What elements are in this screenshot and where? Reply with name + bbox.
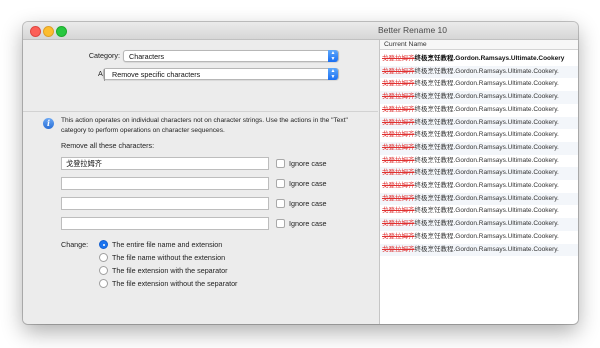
action-settings-panel: Category: Characters ▲▼ Action: Remove s…	[23, 40, 378, 324]
file-list-row[interactable]: 戈登拉姆齐终极烹饪教程.Gordon.Ramsays.Ultimate.Cook…	[380, 141, 578, 155]
removed-characters-text: 戈登拉姆齐	[382, 220, 415, 228]
zoom-window-button[interactable]	[56, 26, 67, 37]
removed-characters-text: 戈登拉姆齐	[382, 156, 415, 164]
change-option-label[interactable]: The file extension without the separator	[112, 279, 237, 288]
file-name-text: 终极烹饪教程.Gordon.Ramsays.Ultimate.Cookery.	[414, 105, 559, 113]
file-list-row[interactable]: 戈登拉姆齐终极烹饪教程.Gordon.Ramsays.Ultimate.Cook…	[380, 155, 578, 168]
removed-characters-text: 戈登拉姆齐	[382, 207, 415, 215]
file-name-text: 终极烹饪教程.Gordon.Ramsays.Ultimate.Cookery.	[414, 143, 559, 151]
ignore-case-checkbox-2[interactable]	[276, 179, 285, 188]
file-name-text: 终极烹饪教程.Gordon.Ramsays.Ultimate.Cookery.	[414, 245, 559, 253]
change-radio-extension-with-separator[interactable]	[99, 266, 108, 275]
ignore-case-checkbox-1[interactable]	[276, 159, 285, 168]
file-list-row[interactable]: 戈登拉姆齐终极烹饪教程.Gordon.Ramsays.Ultimate.Cook…	[380, 167, 578, 180]
file-name-text: 终极烹饪教程.Gordon.Ramsays.Ultimate.Cookery.	[414, 118, 559, 126]
file-name-text: 终极烹饪教程.Gordon.Ramsays.Ultimate.Cookery.	[414, 207, 559, 215]
file-name-text: 终极烹饪教程.Gordon.Ramsays.Ultimate.Cookery.	[414, 156, 559, 164]
panel-divider	[23, 111, 378, 112]
file-list-row[interactable]: 戈登拉姆齐终极烹饪教程.Gordon.Ramsays.Ultimate.Cook…	[380, 205, 578, 218]
removed-characters-text: 戈登拉姆齐	[382, 55, 415, 62]
file-list-row[interactable]: 戈登拉姆齐终极烹饪教程.Gordon.Ramsays.Ultimate.Cook…	[380, 192, 578, 206]
title-bar[interactable]: Better Rename 10	[23, 22, 578, 40]
ignore-case-label-1: Ignore case	[289, 159, 327, 168]
removed-characters-text: 戈登拉姆齐	[382, 232, 415, 240]
change-radio-extension-without-separator[interactable]	[99, 279, 108, 288]
file-list-row[interactable]: 戈登拉姆齐终极烹饪教程.Gordon.Ramsays.Ultimate.Cook…	[380, 78, 578, 91]
window-title: Better Rename 10	[378, 25, 447, 35]
file-name-text: 终极烹饪教程.Gordon.Ramsays.Ultimate.Cookery.	[414, 232, 559, 240]
file-list-row[interactable]: 戈登拉姆齐终极烹饪教程.Gordon.Ramsays.Ultimate.Cook…	[380, 218, 578, 231]
file-name-text: 终极烹饪教程.Gordon.Ramsays.Ultimate.Cookery.	[414, 182, 559, 189]
ignore-case-label-3: Ignore case	[289, 199, 327, 208]
file-list-row[interactable]: 戈登拉姆齐终极烹饪教程.Gordon.Ramsays.Ultimate.Cook…	[380, 65, 578, 79]
action-popup[interactable]: Remove specific characters ▲ ▼	[103, 68, 339, 81]
file-list-row[interactable]: 戈登拉姆齐终极烹饪教程.Gordon.Ramsays.Ultimate.Cook…	[380, 231, 578, 244]
file-list-row[interactable]: 戈登拉姆齐终极烹饪教程.Gordon.Ramsays.Ultimate.Cook…	[380, 116, 578, 130]
file-name-text: 终极烹饪教程.Gordon.Ramsays.Ultimate.Cookery.	[414, 131, 559, 139]
removed-characters-text: 戈登拉姆齐	[382, 194, 415, 202]
current-name-column-header[interactable]: Current Name	[380, 40, 578, 50]
change-radio-name-only[interactable]	[99, 253, 108, 262]
characters-field-1[interactable]: 戈登拉姆齐	[61, 157, 269, 170]
up-down-chevron-icon: ▲ ▼	[328, 50, 338, 62]
info-icon: i	[43, 118, 54, 129]
removed-characters-text: 戈登拉姆齐	[382, 245, 415, 253]
file-list-row[interactable]: 戈登拉姆齐终极烹饪教程.Gordon.Ramsays.Ultimate.Cook…	[380, 104, 578, 117]
file-name-text: 终极烹饪教程.Gordon.Ramsays.Ultimate.Cookery.	[414, 93, 559, 101]
close-window-button[interactable]	[30, 26, 41, 37]
change-option-label[interactable]: The file name without the extension	[112, 253, 225, 262]
removed-characters-text: 戈登拉姆齐	[382, 182, 415, 189]
up-down-chevron-icon: ▲ ▼	[328, 68, 338, 80]
characters-field-2[interactable]	[61, 177, 269, 190]
removed-characters-text: 戈登拉姆齐	[382, 131, 415, 139]
change-option-label[interactable]: The entire file name and extension	[112, 240, 222, 249]
ignore-case-checkbox-3[interactable]	[276, 199, 285, 208]
ignore-case-checkbox-4[interactable]	[276, 219, 285, 228]
change-radio-entire-name[interactable]	[99, 240, 108, 249]
characters-field-3[interactable]	[61, 197, 269, 210]
file-list-row[interactable]: 戈登拉姆齐终极烹饪教程.Gordon.Ramsays.Ultimate.Cook…	[380, 129, 578, 142]
remove-characters-title: Remove all these characters:	[61, 141, 155, 150]
removed-characters-text: 戈登拉姆齐	[382, 93, 415, 101]
popup-indent-marker	[104, 69, 105, 81]
file-name-text: 终极烹饪教程.Gordon.Ramsays.Ultimate.Cookery.	[414, 220, 559, 228]
file-list-row[interactable]: 戈登拉姆齐终极烹饪教程.Gordon.Ramsays.Ultimate.Cook…	[380, 91, 578, 104]
file-name-text: 终极烹饪教程.Gordon.Ramsays.Ultimate.Cookery.	[414, 194, 559, 202]
info-text: This action operates on individual chara…	[61, 117, 348, 134]
file-list-row[interactable]: 戈登拉姆齐终极烹饪教程.Gordon.Ramsays.Ultimate.Cook…	[380, 180, 578, 193]
app-window: Better Rename 10 Category: Characters ▲ ▼…	[23, 22, 578, 324]
change-option-label[interactable]: The file extension with the separator	[112, 266, 227, 275]
removed-characters-text: 戈登拉姆齐	[382, 80, 415, 88]
file-list-panel: Current Name 戈登拉姆齐终极烹饪教程.Gordon.Ramsays.…	[379, 40, 578, 324]
ignore-case-label-2: Ignore case	[289, 179, 327, 188]
removed-characters-text: 戈登拉姆齐	[382, 143, 415, 151]
file-name-text: 终极烹饪教程.Gordon.Ramsays.Ultimate.Cookery.	[414, 67, 559, 75]
removed-characters-text: 戈登拉姆齐	[382, 118, 415, 126]
file-name-text: 终极烹饪教程.Gordon.Ramsays.Ultimate.Cookery.	[414, 169, 559, 177]
removed-characters-text: 戈登拉姆齐	[382, 105, 415, 113]
category-label: Category:	[88, 51, 120, 60]
category-popup[interactable]: Characters ▲ ▼	[123, 50, 339, 62]
removed-characters-text: 戈登拉姆齐	[382, 169, 415, 177]
action-value: Remove specific characters	[112, 70, 201, 79]
removed-characters-text: 戈登拉姆齐	[382, 67, 415, 75]
characters-field-4[interactable]	[61, 217, 269, 230]
file-name-text: 终极烹饪教程.Gordon.Ramsays.Ultimate.Cookery.	[414, 80, 559, 88]
change-label: Change:	[61, 240, 89, 249]
file-list-row[interactable]: 戈登拉姆齐终极烹饪教程.Gordon.Ramsays.Ultimate.Cook…	[380, 243, 578, 257]
file-name-text: 终极烹饪教程.Gordon.Ramsays.Ultimate.Cookery	[414, 55, 565, 62]
minimize-window-button[interactable]	[43, 26, 54, 37]
ignore-case-label-4: Ignore case	[289, 219, 327, 228]
file-list-row[interactable]: 戈登拉姆齐终极烹饪教程.Gordon.Ramsays.Ultimate.Cook…	[380, 53, 578, 66]
category-value: Characters	[129, 52, 165, 61]
